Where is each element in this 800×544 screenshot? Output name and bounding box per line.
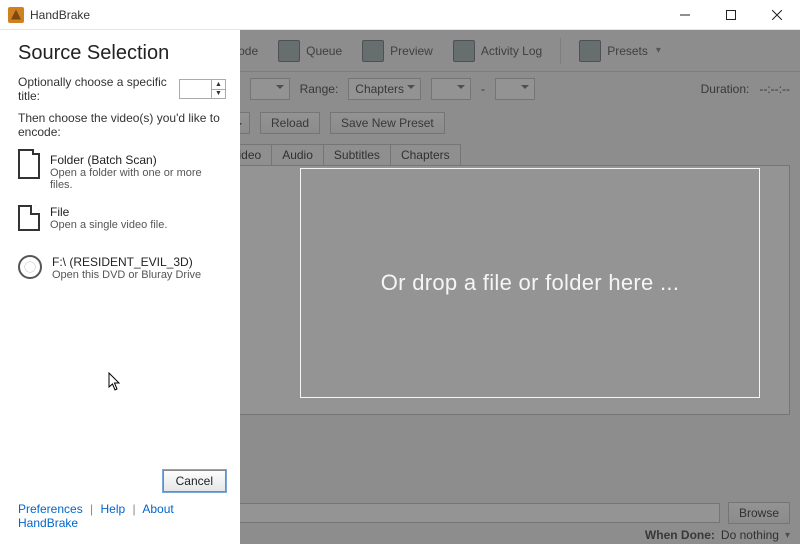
specific-title-label: Optionally choose a specific title: (18, 75, 171, 103)
titlebar: HandBrake (0, 0, 800, 30)
help-label: Help (101, 502, 126, 516)
then-choose-text: Then choose the video(s) you'd like to e… (18, 111, 226, 139)
drop-zone[interactable]: Or drop a file or folder here ... (300, 168, 760, 398)
disc-icon (18, 255, 42, 279)
preferences-link[interactable]: Preferences (18, 502, 83, 516)
folder-subtitle: Open a folder with one or more files. (50, 167, 226, 191)
folder-icon (18, 153, 40, 179)
minimize-button[interactable] (662, 0, 708, 30)
window-buttons (662, 0, 800, 30)
drive-title: F:\ (RESIDENT_EVIL_3D) (52, 255, 201, 269)
cancel-button[interactable]: Cancel (163, 470, 226, 492)
title-spinner-input[interactable] (179, 79, 211, 99)
maximize-button[interactable] (708, 0, 754, 30)
panel-heading: Source Selection (18, 42, 226, 65)
cursor-icon (108, 372, 122, 392)
spinner-buttons: ▲ ▼ (211, 79, 226, 99)
window-title: HandBrake (30, 8, 90, 22)
source-option-file[interactable]: File Open a single video file. (18, 201, 226, 241)
app-icon (8, 7, 24, 23)
source-option-folder[interactable]: Folder (Batch Scan) Open a folder with o… (18, 149, 226, 201)
file-subtitle: Open a single video file. (50, 219, 167, 231)
close-button[interactable] (754, 0, 800, 30)
file-icon (18, 205, 40, 231)
source-option-drive[interactable]: F:\ (RESIDENT_EVIL_3D) Open this DVD or … (18, 251, 226, 291)
spinner-down-icon[interactable]: ▼ (212, 89, 225, 99)
cancel-label: Cancel (176, 474, 213, 488)
specific-title-row: Optionally choose a specific title: ▲ ▼ (18, 75, 226, 103)
drop-zone-text: Or drop a file or folder here ... (381, 270, 679, 296)
spinner-up-icon[interactable]: ▲ (212, 80, 225, 89)
link-separator: | (133, 502, 136, 516)
title-spinner[interactable]: ▲ ▼ (179, 79, 226, 99)
preferences-label: Preferences (18, 502, 83, 516)
help-link[interactable]: Help (101, 502, 126, 516)
footer-links: Preferences | Help | About HandBrake (18, 496, 226, 538)
folder-title: Folder (Batch Scan) (50, 153, 226, 167)
source-selection-panel: Source Selection Optionally choose a spe… (0, 30, 240, 544)
drive-subtitle: Open this DVD or Bluray Drive (52, 269, 201, 281)
file-title: File (50, 205, 167, 219)
link-separator: | (90, 502, 93, 516)
